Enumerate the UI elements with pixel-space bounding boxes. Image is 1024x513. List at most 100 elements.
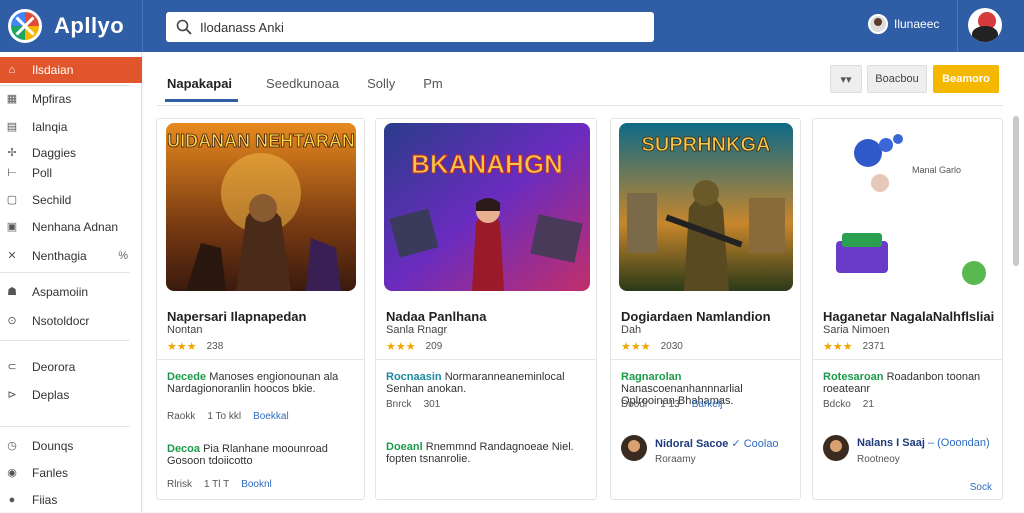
author-link[interactable]: – (Ooondan)	[928, 437, 990, 449]
sidebar-item-7[interactable]: ✕ Nenthagia%	[0, 243, 142, 269]
author-avatar[interactable]	[823, 435, 849, 461]
like-count[interactable]: Rlrisk	[167, 479, 192, 490]
post-text: Doeanl Rnemmnd Randagnoeae Niel. fopten …	[386, 441, 591, 465]
at-icon: ⊂	[7, 361, 17, 373]
rating-count: 2030	[660, 341, 683, 352]
bookmark-link[interactable]: Barkelj	[692, 399, 723, 410]
secondary-button[interactable]: Boacbou	[867, 65, 927, 93]
sidebar-item-2[interactable]: ▤ Ialnqia	[0, 114, 142, 140]
author-sub: Roraamy	[655, 454, 696, 465]
author-line: Nidoral Sacoe ✓ Coolao	[655, 437, 779, 450]
bookmark-link[interactable]: Boekkal	[253, 411, 289, 422]
user-menu[interactable]: Ilunaeec	[868, 14, 939, 34]
sidebar-item-13[interactable]: ◉ Fanles	[0, 460, 142, 486]
search-input[interactable]	[200, 19, 640, 35]
sidebar-item-label: Nenhana Adnan	[32, 220, 119, 234]
post-text: Decede Manoses engionounan ala Nardagion…	[167, 371, 357, 395]
overlay-label: Manal Garlo	[912, 165, 961, 175]
game-cover-image[interactable]: Manal Garlo	[822, 123, 996, 291]
game-card[interactable]: UIDANAN NEHTARAN Napersari Ilapnapedan N…	[156, 118, 365, 500]
game-cover-image[interactable]: BKANAHGN	[384, 123, 590, 291]
share-count[interactable]: 1 To kkl	[207, 411, 241, 422]
sidebar-item-8[interactable]: ☗ Aspamoiin	[0, 279, 142, 305]
rating: ★★★ 238	[167, 340, 223, 353]
logo[interactable]: Apllyo	[0, 0, 142, 52]
post-tag[interactable]: Ragnarolan	[621, 371, 682, 383]
user-avatar	[868, 14, 888, 34]
post-text: Decoa Pia Rlanhane moounroad Gosoon tdoi…	[167, 443, 357, 467]
like-count[interactable]: Bdcko	[823, 399, 851, 410]
star-icon: ✢	[7, 147, 17, 159]
game-title[interactable]: Napersari Ilapnapedan	[167, 309, 306, 324]
profile-avatar[interactable]	[968, 8, 1002, 42]
share-count[interactable]: 21	[863, 399, 874, 410]
sidebar-item-label: Fiias	[32, 493, 58, 507]
divider	[0, 272, 130, 273]
stock-link[interactable]: Sock	[970, 482, 992, 493]
game-title[interactable]: Nadaa Panlhana	[386, 309, 486, 324]
tab-2[interactable]: Solly	[367, 72, 395, 99]
filter-button[interactable]: ▾▾	[830, 65, 862, 93]
tab-0[interactable]: Napakapai	[165, 72, 239, 102]
star-icon: ★★★	[386, 341, 416, 353]
game-card[interactable]: BKANAHGN Nadaa Panlhana Sanla Rnagr ★★★ 2…	[375, 118, 597, 500]
circle-icon: ◉	[7, 467, 17, 479]
sidebar-item-9[interactable]: ⊙ Nsotoldocr	[0, 308, 142, 334]
sidebar-item-label: Fanles	[32, 466, 69, 480]
tab-1[interactable]: Seedkunoaa	[266, 72, 339, 99]
share-count[interactable]: 1 Tl T	[204, 479, 229, 490]
divider	[611, 359, 800, 360]
sidebar-item-label: Nsotoldocr	[32, 314, 90, 328]
post-tag[interactable]: Rotesaroan	[823, 371, 884, 383]
sidebar-item-5[interactable]: ▢ Sechild	[0, 187, 142, 213]
game-title[interactable]: Dogiardaen Namlandion	[621, 309, 771, 324]
sidebar-item-11[interactable]: ⊳ Deplas	[0, 382, 142, 408]
sidebar-item-label: Ialnqia	[32, 120, 68, 134]
game-subtitle: Saria Nimoen	[823, 324, 890, 336]
author-avatar[interactable]	[621, 435, 647, 461]
post-text: Rocnaasin Normaranneaneminlocal Senhan a…	[386, 371, 591, 395]
author-name[interactable]: Nalans I Saaj	[857, 437, 925, 449]
sidebar-item-10[interactable]: ⊂ Deorora	[0, 354, 142, 380]
sidebar-item-14[interactable]: ● Fiias	[0, 487, 142, 513]
sidebar-item-label: Aspamoiin	[32, 285, 89, 299]
search-box[interactable]	[166, 12, 654, 42]
author-sub: Rootneoy	[857, 454, 900, 465]
post-meta: Doodr 1 13 Barkelj	[621, 399, 722, 410]
grid-icon: ▦	[6, 93, 18, 105]
post-tag[interactable]: Decoa	[167, 443, 200, 455]
sidebar-item-4[interactable]: ⊢ Poll	[0, 160, 142, 186]
game-cover-image[interactable]: SUPRHNKGA	[619, 123, 793, 291]
share-count[interactable]: 301	[424, 399, 441, 410]
author-link[interactable]: ✓ Coolao	[731, 438, 778, 450]
game-title[interactable]: Haganetar NagalaNalhflsliai	[823, 309, 994, 324]
scrollbar[interactable]	[1013, 116, 1019, 266]
sidebar-item-label: Nenthagia	[32, 249, 87, 263]
like-count[interactable]: Doodr	[621, 399, 648, 410]
post-tag[interactable]: Doeanl	[386, 441, 423, 453]
post-tag[interactable]: Decede	[167, 371, 206, 383]
game-card[interactable]: Manal Garlo Haganetar NagalaNalhflsliai …	[812, 118, 1003, 500]
divider	[376, 359, 596, 360]
post-tag[interactable]: Rocnaasin	[386, 371, 442, 383]
divider	[0, 340, 130, 341]
sidebar-item-12[interactable]: ◷ Dounqs	[0, 433, 142, 459]
rating: ★★★ 2030	[621, 340, 683, 353]
primary-button[interactable]: Beamoro	[933, 65, 999, 93]
share-count[interactable]: 1 13	[660, 399, 679, 410]
game-subtitle: Sanla Rnagr	[386, 324, 448, 336]
tab-3[interactable]: Pm	[423, 72, 443, 99]
tab-bar: Napakapai Seedkunoaa Solly Pm	[165, 72, 443, 106]
user-icon: ☗	[7, 286, 17, 298]
sidebar-item-1[interactable]: ▦ Mpfiras	[0, 86, 142, 112]
like-count[interactable]: Raokk	[167, 411, 195, 422]
like-count[interactable]: Bnrck	[386, 399, 412, 410]
logo-icon	[8, 9, 42, 43]
game-card[interactable]: SUPRHNKGA Dogiardaen Namlandion Dah ★★★ 2…	[610, 118, 801, 500]
bookmark-link[interactable]: Booknl	[241, 479, 272, 490]
share-icon: ⊳	[7, 389, 17, 401]
game-cover-image[interactable]: UIDANAN NEHTARAN	[166, 123, 356, 291]
sidebar-item-6[interactable]: ▣ Nenhana Adnan	[0, 214, 142, 240]
author-name[interactable]: Nidoral Sacoe	[655, 438, 728, 450]
sidebar-item-home[interactable]: ⌂ Ilsdaian	[0, 57, 142, 83]
